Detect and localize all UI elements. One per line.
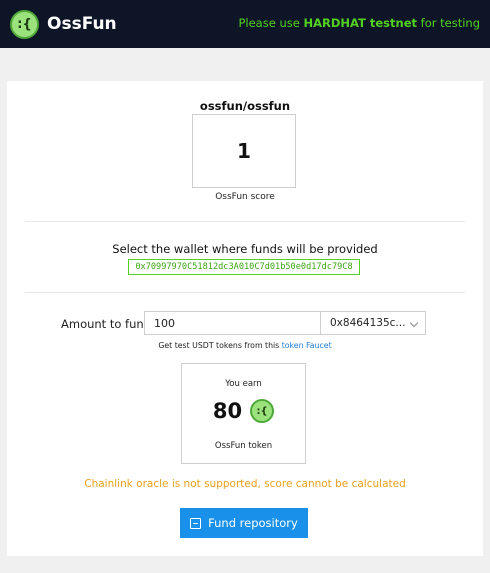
earn-box: You earn 80 :{ OssFun token [181, 363, 306, 464]
repo-name: ossfun/ossfun [199, 99, 291, 113]
score-box: 1 [192, 114, 296, 188]
divider [25, 292, 465, 293]
earn-label: You earn [225, 379, 262, 389]
notice-network: HARDHAT testnet [303, 16, 417, 30]
fund-icon [190, 517, 202, 529]
brand-name[interactable]: OssFun [47, 14, 117, 34]
earn-amount: 80 [212, 399, 243, 423]
ossfun-token-icon: :{ [250, 399, 275, 423]
token-glyph: :{ [256, 405, 268, 417]
fund-repository-button[interactable]: Fund repository [180, 508, 308, 538]
amount-label: Amount to fund [61, 317, 151, 331]
earn-row: 80 :{ [182, 399, 305, 423]
faucet-hint: Get test USDT tokens from this token Fau… [7, 341, 483, 350]
score-label: OssFun score [215, 192, 275, 202]
token-faucet-link[interactable]: token Faucet [282, 341, 332, 350]
fund-button-label: Fund repository [208, 516, 298, 530]
score-value: 1 [237, 139, 251, 163]
wallet-title: Select the wallet where funds will be pr… [112, 242, 378, 256]
notice-prefix: Please use [238, 16, 304, 30]
notice-suffix: for testing [417, 16, 480, 30]
logo-glyph: :{ [17, 17, 32, 32]
chevron-down-icon [409, 318, 419, 328]
token-select-value: 0x8464135c... [330, 317, 406, 329]
faucet-hint-text: Get test USDT tokens from this [158, 341, 282, 350]
token-select[interactable]: 0x8464135c... [320, 311, 426, 335]
oracle-warning: Chainlink oracle is not supported, score… [84, 478, 406, 490]
ossfun-logo-icon[interactable]: :{ [10, 10, 39, 39]
earn-token-name: OssFun token [214, 441, 273, 451]
amount-input[interactable] [144, 311, 320, 335]
fund-card: ossfun/ossfun 1 OssFun score Select the … [7, 81, 483, 556]
divider [25, 221, 465, 222]
top-navbar: :{ OssFun Please use HARDHAT testnet for… [0, 0, 490, 48]
wallet-address[interactable]: 0x70997970C51812dc3A010C7d01b50e0d17dc79… [128, 259, 360, 275]
testnet-notice: Please use HARDHAT testnet for testing [238, 16, 480, 30]
